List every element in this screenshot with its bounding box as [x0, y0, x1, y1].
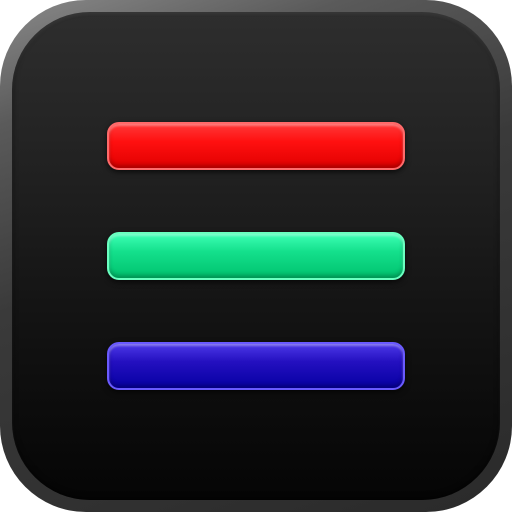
- blue-menu-bar: [107, 342, 405, 390]
- green-menu-bar: [107, 232, 405, 280]
- red-menu-bar: [107, 122, 405, 170]
- app-icon-canvas: [0, 0, 512, 512]
- app-icon-frame[interactable]: [0, 0, 512, 512]
